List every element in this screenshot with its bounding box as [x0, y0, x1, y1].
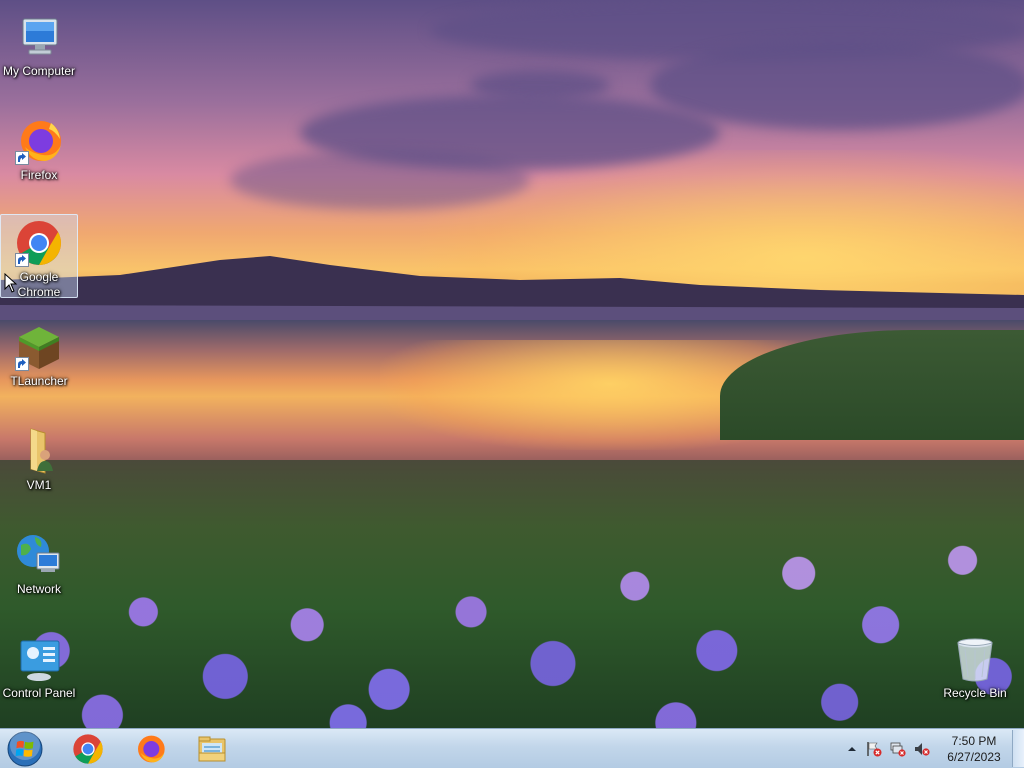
action-center-icon[interactable]: [866, 741, 882, 757]
desktop-icon-label: TLauncher: [10, 374, 68, 388]
shortcut-arrow-icon: [15, 151, 29, 165]
desktop-icon-my-computer[interactable]: My Computer: [0, 8, 78, 80]
desktop-icon-label: Recycle Bin: [943, 686, 1007, 700]
taskbar-firefox-button[interactable]: [123, 731, 177, 767]
shortcut-arrow-icon: [15, 253, 29, 267]
desktop-icon-tlauncher[interactable]: TLauncher: [0, 318, 78, 390]
network-disconnected-icon: [890, 742, 906, 757]
windows-start-icon: [7, 730, 43, 767]
flag-alert-icon: [867, 742, 882, 757]
control-panel-icon: [20, 640, 60, 681]
chrome-icon: [73, 734, 103, 764]
start-button[interactable]: [6, 730, 44, 767]
taskbar-chrome-button[interactable]: [61, 731, 115, 767]
clock-date: 6/27/2023: [947, 750, 1001, 764]
desktop-icon-network[interactable]: Network: [0, 526, 78, 598]
desktop-icon-control-panel[interactable]: Control Panel: [0, 630, 78, 702]
shortcut-arrow-icon: [15, 357, 29, 371]
desktop-icon-vm1[interactable]: VM1: [0, 422, 78, 494]
taskbar-clock[interactable]: 7:50 PM 6/27/2023: [938, 733, 1010, 765]
desktop-icon-label: VM1: [26, 478, 52, 492]
desktop-wallpaper: [0, 0, 1024, 728]
mouse-cursor-icon: [4, 273, 18, 293]
show-desktop-button[interactable]: [1012, 730, 1024, 767]
desktop-icon-label: Control Panel: [2, 686, 76, 700]
firefox-icon: [138, 735, 165, 763]
network-status-icon[interactable]: [890, 741, 906, 757]
taskbar-explorer-button[interactable]: [185, 731, 239, 767]
desktop-icon-label: My Computer: [2, 64, 76, 78]
volume-muted-icon: [915, 743, 930, 756]
explorer-folder-icon: [198, 736, 226, 762]
clock-time: 7:50 PM: [951, 734, 997, 748]
network-icon: [17, 535, 60, 572]
volume-icon[interactable]: [914, 741, 930, 757]
recycle-bin-icon: [957, 638, 993, 682]
desktop-icon-firefox[interactable]: Firefox: [0, 112, 78, 184]
computer-icon: [22, 18, 58, 55]
notification-area: [840, 729, 940, 769]
desktop-icon-recycle-bin[interactable]: Recycle Bin: [936, 630, 1014, 702]
folder-user-icon: [30, 428, 53, 474]
show-hidden-icons-button[interactable]: [844, 741, 860, 757]
desktop-icon-label: Firefox: [20, 168, 58, 182]
desktop-icon-label: Network: [16, 582, 61, 596]
taskbar: 7:50 PM 6/27/2023: [0, 728, 1024, 768]
chevron-up-icon: [848, 747, 856, 751]
